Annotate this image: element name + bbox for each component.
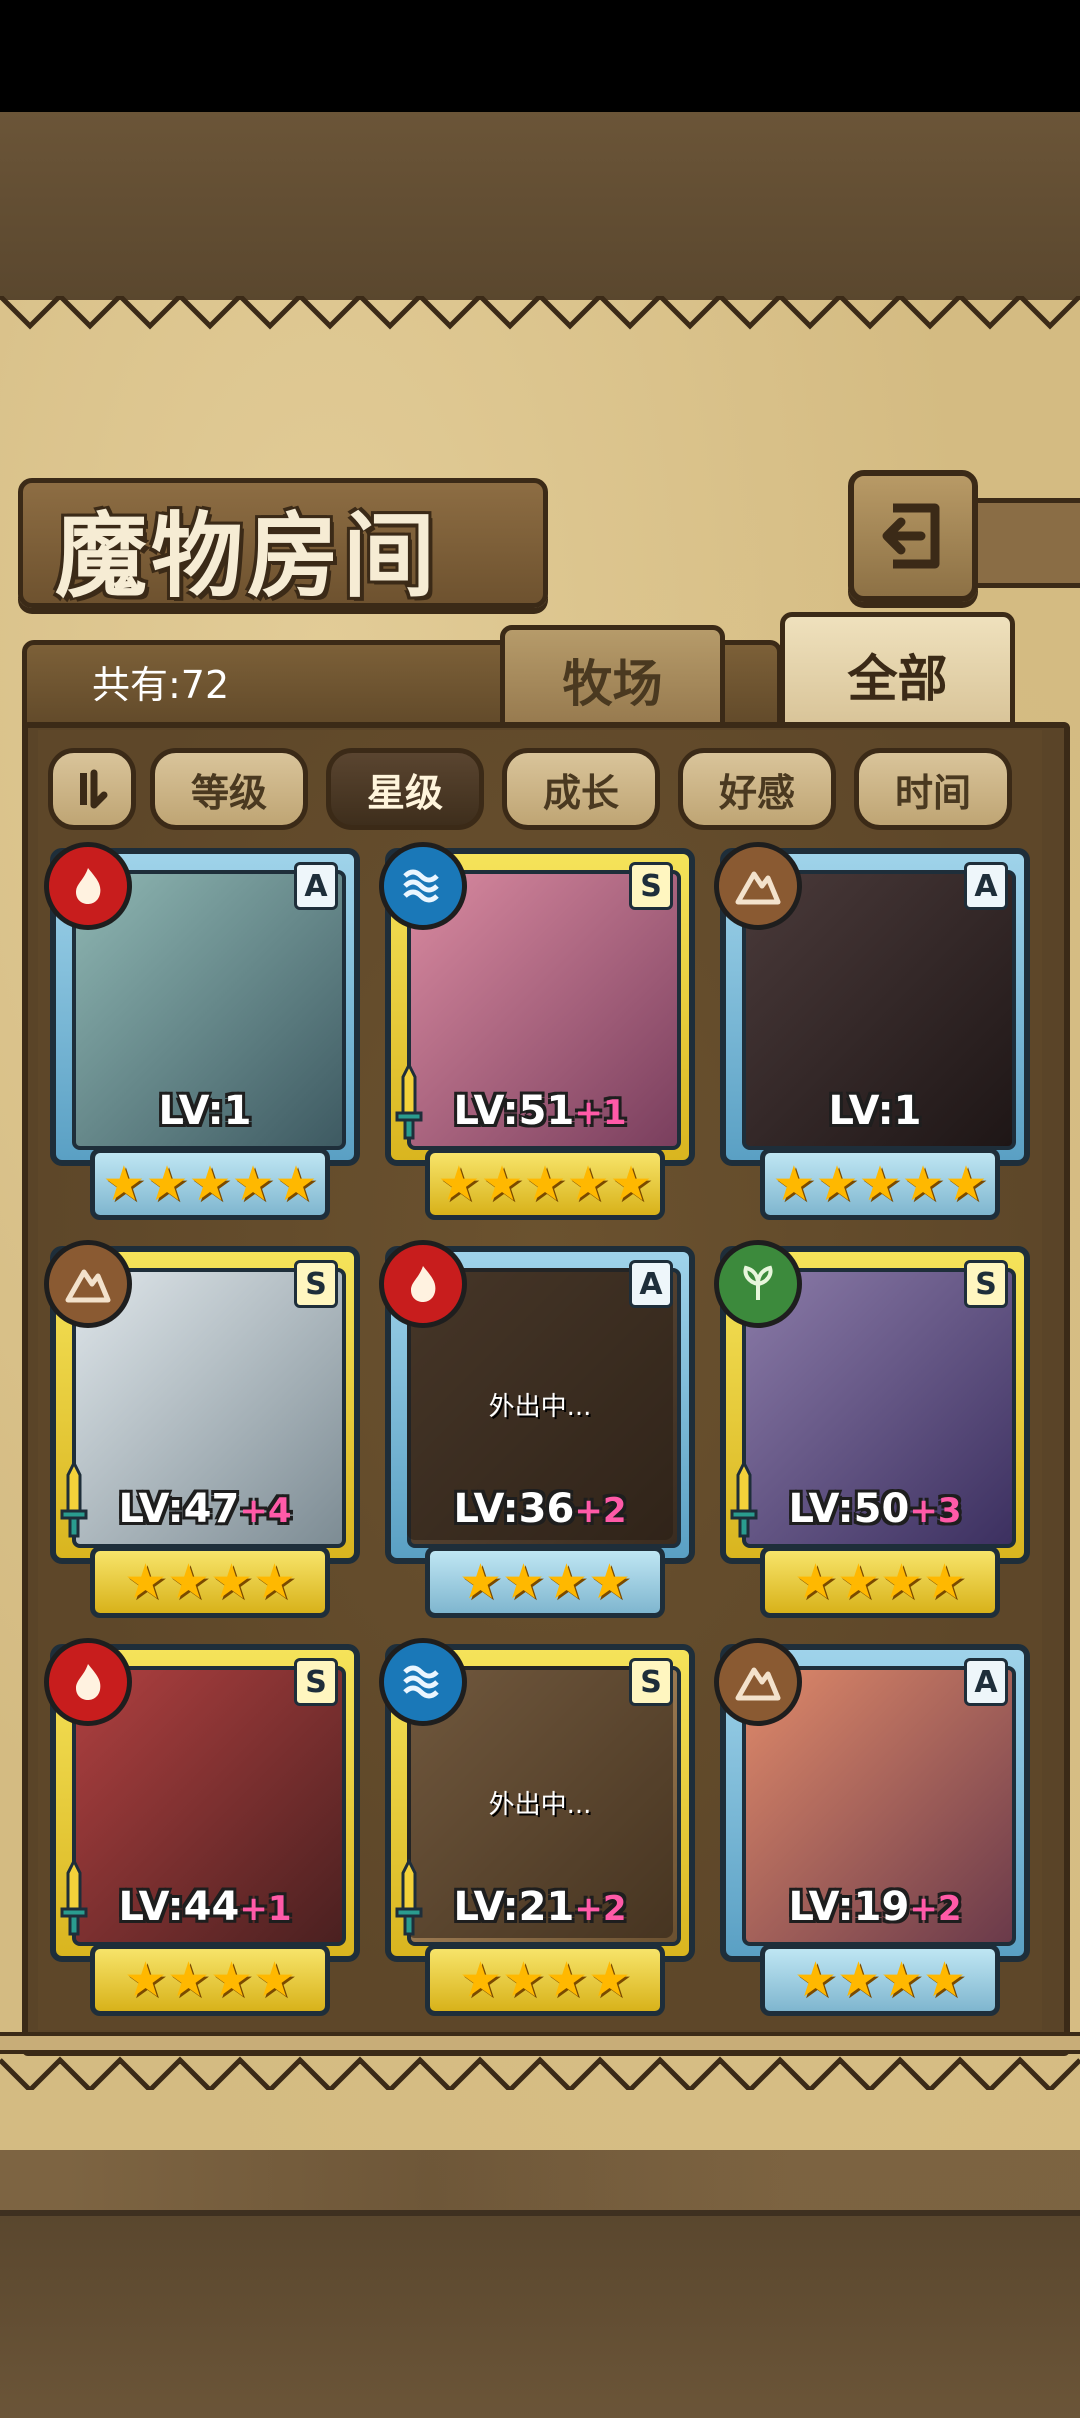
rank-badge: S bbox=[629, 862, 673, 910]
monster-card[interactable]: 外出中... S LV:21+2 ★★★★ bbox=[379, 1638, 695, 2016]
fire-element-icon bbox=[44, 1638, 132, 1726]
star-rating: ★★★★ bbox=[90, 1944, 330, 2016]
rank-badge: S bbox=[294, 1260, 338, 1308]
level-value: LV:47 bbox=[118, 1486, 240, 1532]
top-band bbox=[0, 112, 1080, 308]
level-value: LV:50 bbox=[788, 1486, 910, 1532]
level-value: LV:44 bbox=[118, 1884, 240, 1930]
monster-card[interactable]: A LV:19+2 ★★★★ bbox=[714, 1638, 1030, 2016]
level-label: LV:51+1 bbox=[385, 1088, 695, 1134]
level-label: LV:47+4 bbox=[50, 1486, 360, 1532]
bottom-band bbox=[0, 2210, 1080, 2418]
rank-badge: A bbox=[964, 862, 1008, 910]
earth-element-icon bbox=[714, 1638, 802, 1726]
level-value: LV:19 bbox=[788, 1884, 910, 1930]
level-value: LV:51 bbox=[453, 1088, 575, 1134]
level-bonus: +2 bbox=[574, 1491, 627, 1531]
level-bonus: +2 bbox=[574, 1889, 627, 1929]
sort-affection[interactable]: 好感 bbox=[678, 748, 836, 830]
star-rating: ★★★★ bbox=[425, 1546, 665, 1618]
star-rating: ★★★★ bbox=[90, 1546, 330, 1618]
star-rating: ★★★★ bbox=[760, 1546, 1000, 1618]
level-label: LV:50+3 bbox=[720, 1486, 1030, 1532]
earth-element-icon bbox=[44, 1240, 132, 1328]
sort-level[interactable]: 等级 bbox=[150, 748, 308, 830]
level-value: LV:36 bbox=[453, 1486, 575, 1532]
fire-element-icon bbox=[379, 1240, 467, 1328]
monster-card[interactable]: S LV:44+1 ★★★★ bbox=[44, 1638, 360, 2016]
monster-card[interactable]: A LV:1 ★★★★★ bbox=[714, 842, 1030, 1220]
monster-card[interactable]: A LV:1 ★★★★★ bbox=[44, 842, 360, 1220]
level-label: LV:21+2 bbox=[385, 1884, 695, 1930]
monster-card[interactable]: S LV:47+4 ★★★★ bbox=[44, 1240, 360, 1618]
return-arrow-icon bbox=[882, 503, 940, 569]
monster-card[interactable]: 外出中... A LV:36+2 ★★★★ bbox=[379, 1240, 695, 1618]
monster-card[interactable]: S LV:51+1 ★★★★★ bbox=[379, 842, 695, 1220]
star-rating: ★★★★ bbox=[425, 1944, 665, 2016]
level-label: LV:1 bbox=[720, 1088, 1030, 1134]
sort-order-icon bbox=[80, 769, 108, 809]
level-bonus: +1 bbox=[574, 1093, 627, 1133]
level-value: LV:21 bbox=[453, 1884, 575, 1930]
page-title: 魔物房间 bbox=[55, 503, 440, 610]
rank-badge: S bbox=[629, 1658, 673, 1706]
fire-element-icon bbox=[44, 842, 132, 930]
away-status: 外出中... bbox=[488, 1790, 592, 1820]
level-label: LV:36+2 bbox=[385, 1486, 695, 1532]
back-rail bbox=[968, 498, 1080, 588]
back-button[interactable] bbox=[848, 470, 978, 602]
monster-count: 共有:72 bbox=[92, 663, 230, 707]
tab-ranch[interactable]: 牧场 bbox=[500, 625, 725, 735]
star-rating: ★★★★ bbox=[760, 1944, 1000, 2016]
wood-element-icon bbox=[714, 1240, 802, 1328]
star-rating: ★★★★★ bbox=[90, 1148, 330, 1220]
level-bonus: +3 bbox=[909, 1491, 962, 1531]
monster-card[interactable]: S LV:50+3 ★★★★ bbox=[714, 1240, 1030, 1618]
zigzag-bottom bbox=[0, 2056, 1080, 2090]
level-bonus: +4 bbox=[239, 1491, 292, 1531]
zigzag-top bbox=[0, 296, 1080, 330]
water-element-icon bbox=[379, 842, 467, 930]
rank-badge: A bbox=[964, 1658, 1008, 1706]
level-label: LV:44+1 bbox=[50, 1884, 360, 1930]
star-rating: ★★★★★ bbox=[760, 1148, 1000, 1220]
level-bonus: +2 bbox=[909, 1889, 962, 1929]
level-value: LV:1 bbox=[828, 1088, 922, 1134]
away-status: 外出中... bbox=[488, 1392, 592, 1422]
sort-stars[interactable]: 星级 bbox=[326, 748, 484, 830]
status-bar bbox=[0, 0, 1080, 112]
rank-badge: A bbox=[294, 862, 338, 910]
level-value: LV:1 bbox=[158, 1088, 252, 1134]
sort-time[interactable]: 时间 bbox=[854, 748, 1012, 830]
earth-element-icon bbox=[714, 842, 802, 930]
level-label: LV:1 bbox=[50, 1088, 360, 1134]
rank-badge: S bbox=[294, 1658, 338, 1706]
rank-badge: A bbox=[629, 1260, 673, 1308]
star-rating: ★★★★★ bbox=[425, 1148, 665, 1220]
sort-order-toggle[interactable] bbox=[48, 748, 136, 830]
level-bonus: +1 bbox=[239, 1889, 292, 1929]
rank-badge: S bbox=[964, 1260, 1008, 1308]
water-element-icon bbox=[379, 1638, 467, 1726]
sort-growth[interactable]: 成长 bbox=[502, 748, 660, 830]
tab-all[interactable]: 全部 bbox=[780, 612, 1015, 737]
level-label: LV:19+2 bbox=[720, 1884, 1030, 1930]
